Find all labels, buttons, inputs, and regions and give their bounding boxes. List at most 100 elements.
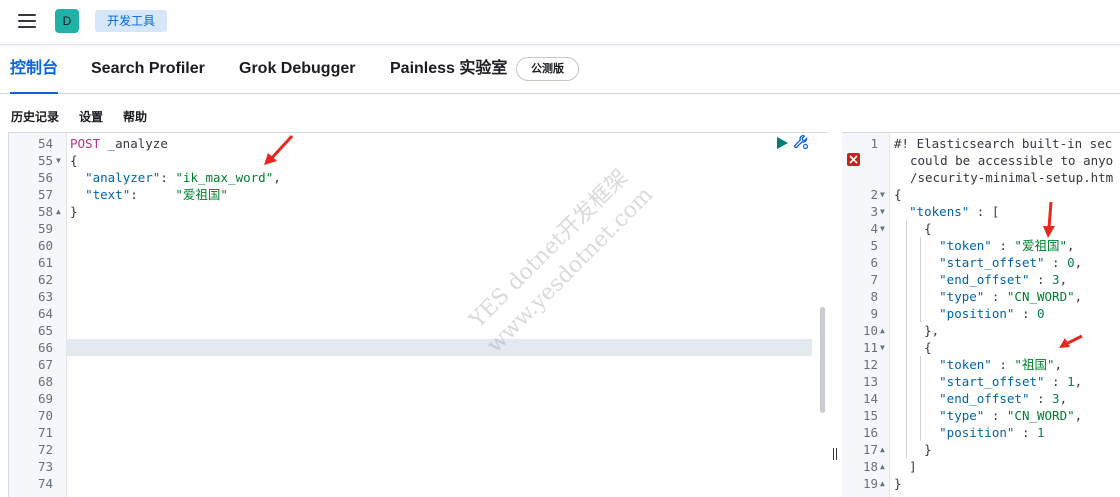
line-number: 18: [862, 459, 878, 474]
json-number: 0: [1037, 306, 1045, 321]
line-number: 56: [37, 170, 53, 185]
json-string: "爱祖国": [175, 187, 228, 202]
breadcrumb-dev-tools[interactable]: 开发工具: [95, 10, 168, 32]
line-number: 54: [37, 136, 53, 151]
settings-link[interactable]: 设置: [79, 108, 103, 126]
line-number: 59: [37, 221, 53, 236]
code-line: {: [924, 340, 932, 355]
warning-line: could be accessible to anyo: [910, 152, 1120, 169]
code-line: "start_offset" : 0,: [939, 255, 1083, 270]
json-number: 3: [1052, 272, 1060, 287]
json-string: "爱祖国": [1014, 238, 1067, 253]
line-number: 1: [870, 136, 878, 151]
fold-up-icon[interactable]: ▲: [880, 475, 890, 492]
code-line: "tokens" : [: [909, 204, 1000, 219]
tab-bar: 控制台 Search Profiler Grok Debugger Painle…: [0, 45, 1120, 94]
fold-up-icon[interactable]: ▲: [880, 322, 890, 339]
top-header: D 开发工具: [0, 0, 1120, 45]
line-number: 62: [37, 272, 53, 287]
history-link[interactable]: 历史记录: [11, 108, 59, 126]
hamburger-icon[interactable]: [18, 14, 36, 28]
play-icon[interactable]: [775, 136, 789, 150]
line-number: 19: [862, 476, 878, 491]
space-avatar[interactable]: D: [55, 9, 79, 33]
line-number: 55: [37, 153, 53, 168]
code-line: {: [70, 152, 828, 169]
line-number: 3: [870, 204, 878, 219]
http-method: POST: [70, 136, 101, 151]
wrench-icon[interactable]: [793, 134, 809, 150]
fold-down-icon[interactable]: ▼: [880, 203, 890, 220]
line-number: 8: [870, 289, 878, 304]
line-number: 65: [37, 323, 53, 338]
warning-line: #! Elasticsearch built-in sec: [894, 135, 1120, 152]
line-number: 68: [37, 374, 53, 389]
tab-console[interactable]: 控制台: [10, 45, 59, 94]
tab-search-profiler[interactable]: Search Profiler: [91, 45, 205, 93]
code-line: },: [924, 323, 940, 338]
fold-down-icon[interactable]: ▼: [880, 339, 890, 356]
line-number: 60: [37, 238, 53, 253]
line-number: 15: [862, 408, 878, 423]
scrollbar-thumb[interactable]: [820, 307, 825, 413]
endpoint: _analyze: [100, 136, 168, 151]
code-line: "type" : "CN_WORD",: [939, 289, 1083, 304]
code-line: }: [70, 203, 828, 220]
request-code[interactable]: POST _analyze { "analyzer": "ik_max_word…: [67, 133, 828, 497]
response-editor[interactable]: 1 2 ▼ 3 ▼ 4 ▼ 5 6 7 8 9 10 ▲ 11 ▼ 12 13 …: [842, 132, 1120, 497]
line-number: 66: [37, 340, 53, 355]
line-number: 67: [37, 357, 53, 372]
help-link[interactable]: 帮助: [123, 108, 147, 126]
fold-up-icon[interactable]: ▲: [56, 203, 66, 220]
fold-up-icon[interactable]: ▲: [880, 441, 890, 458]
fold-up-icon[interactable]: ▲: [880, 458, 890, 475]
json-key: "tokens": [909, 204, 970, 219]
json-key: "position": [939, 425, 1015, 440]
line-number: 69: [37, 391, 53, 406]
drag-handle-icon[interactable]: [833, 448, 838, 460]
code-line: "token" : "祖国",: [939, 357, 1063, 372]
json-string: "CN_WORD": [1006, 289, 1075, 304]
code-line: "end_offset" : 3,: [939, 391, 1068, 406]
line-number: 5: [870, 238, 878, 253]
tab-grok-debugger[interactable]: Grok Debugger: [239, 45, 355, 93]
tab-painless-lab[interactable]: Painless 实验室: [390, 45, 507, 93]
code-line: "position" : 1: [939, 425, 1045, 440]
request-editor[interactable]: 54 55 ▼ 56 57 58 ▲ 59 60 61 62 63 64 65 …: [8, 132, 828, 497]
error-icon: [847, 153, 860, 166]
brace: }: [70, 204, 78, 219]
warning-text: could be accessible to anyo: [910, 153, 1114, 168]
warning-line: /security-minimal-setup.htm: [910, 169, 1120, 186]
code-line: "token" : "爱祖国",: [939, 238, 1075, 253]
line-number: 9: [870, 306, 878, 321]
line-number: 71: [37, 425, 53, 440]
json-key: "type": [939, 289, 985, 304]
response-code[interactable]: #! Elasticsearch built-in sec could be a…: [890, 133, 1120, 497]
request-gutter: 54 55 ▼ 56 57 58 ▲ 59 60 61 62 63 64 65 …: [9, 133, 67, 497]
line-number: 11: [862, 340, 878, 355]
editor-splitter[interactable]: [828, 132, 842, 496]
code-line: "position" : 0: [939, 306, 1045, 321]
json-key: "start_offset": [939, 374, 1045, 389]
json-number: 3: [1052, 391, 1060, 406]
fold-down-icon[interactable]: ▼: [880, 186, 890, 203]
fold-down-icon[interactable]: ▼: [56, 152, 66, 169]
json-key: "position": [939, 306, 1015, 321]
line-number: 63: [37, 289, 53, 304]
code-line: "start_offset" : 1,: [939, 374, 1083, 389]
json-key: "end_offset": [939, 272, 1030, 287]
code-line: POST _analyze: [70, 135, 828, 152]
code-line: "type" : "CN_WORD",: [939, 408, 1083, 423]
response-gutter: 1 2 ▼ 3 ▼ 4 ▼ 5 6 7 8 9 10 ▲ 11 ▼ 12 13 …: [842, 133, 890, 497]
line-number: 58: [37, 204, 53, 219]
code-line: ]: [909, 459, 917, 474]
json-string: "ik_max_word": [175, 170, 274, 185]
line-number: 16: [862, 425, 878, 440]
fold-down-icon[interactable]: ▼: [880, 220, 890, 237]
code-line: }: [924, 442, 932, 457]
warning-text: #! Elasticsearch built-in sec: [894, 136, 1113, 151]
line-number: 10: [862, 323, 878, 338]
code-line: "text": "爱祖国": [85, 187, 228, 202]
code-line: {: [894, 187, 902, 202]
line-number: 73: [37, 459, 53, 474]
